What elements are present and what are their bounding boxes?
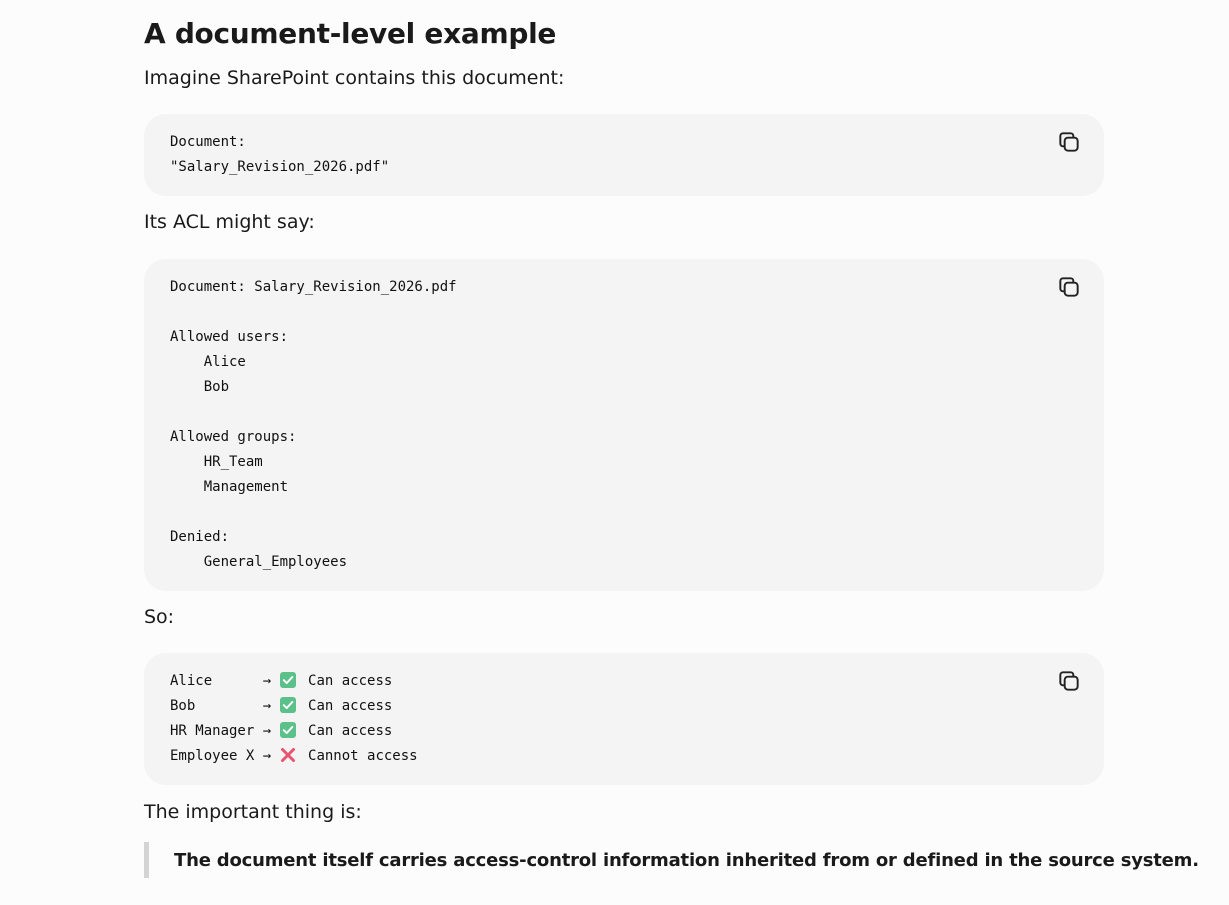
copy-code-button[interactable] xyxy=(1056,129,1082,155)
access-user-name: HR Manager xyxy=(170,723,263,739)
code-line: General_Employees xyxy=(170,554,348,570)
code-line: HR_Team xyxy=(170,454,263,470)
blockquote-text: The document itself carries access-contr… xyxy=(174,849,1199,871)
access-status: Can access xyxy=(299,723,393,739)
code-line: Management xyxy=(170,479,289,495)
arrow-icon: → xyxy=(262,673,272,689)
copy-icon xyxy=(1056,129,1082,155)
check-mark-icon xyxy=(279,672,296,688)
code-block-text[interactable]: Document: Salary_Revision_2026.pdf Allowe… xyxy=(170,259,1078,575)
access-status: Can access xyxy=(299,698,393,714)
code-block-text[interactable]: Alice → Can access Bob → Can access HR Man… xyxy=(170,653,1078,769)
intro-paragraph: Imagine SharePoint contains this documen… xyxy=(144,67,565,89)
access-row: Employee X → Cannot access xyxy=(170,744,1078,769)
copy-code-button[interactable] xyxy=(1056,668,1082,694)
copy-code-button[interactable] xyxy=(1056,274,1082,300)
arrow-icon: → xyxy=(262,748,272,764)
code-line: Document: Salary_Revision_2026.pdf xyxy=(170,279,457,295)
code-line: "Salary_Revision_2026.pdf" xyxy=(170,159,390,175)
so-paragraph: So: xyxy=(144,606,175,628)
code-line: Document: xyxy=(170,134,246,150)
code-line: Allowed users: xyxy=(170,329,289,345)
access-user-name: Employee X xyxy=(170,748,263,764)
code-block-document: Document: "Salary_Revision_2026.pdf" xyxy=(144,114,1104,196)
access-status: Can access xyxy=(299,673,393,689)
copy-icon xyxy=(1056,668,1082,694)
code-line: Denied: xyxy=(170,529,230,545)
arrow-icon: → xyxy=(262,698,272,714)
important-paragraph: The important thing is: xyxy=(144,801,362,823)
code-block-acl: Document: Salary_Revision_2026.pdf Allowe… xyxy=(144,259,1104,591)
access-row: HR Manager → Can access xyxy=(170,719,1078,744)
code-block-text[interactable]: Document: "Salary_Revision_2026.pdf" xyxy=(170,114,1078,180)
code-line: Bob xyxy=(170,379,230,395)
access-row: Bob → Can access xyxy=(170,694,1078,719)
code-block-access-summary: Alice → Can access Bob → Can access HR Man… xyxy=(144,653,1104,785)
cross-mark-icon xyxy=(280,747,296,763)
blockquote: The document itself carries access-contr… xyxy=(144,842,1199,878)
acl-intro-paragraph: Its ACL might say: xyxy=(144,211,315,233)
code-line: Allowed groups: xyxy=(170,429,297,445)
arrow-icon: → xyxy=(262,723,272,739)
access-status: Cannot access xyxy=(299,748,418,764)
check-mark-icon xyxy=(279,697,296,713)
copy-icon xyxy=(1056,274,1082,300)
access-user-name: Bob xyxy=(170,698,263,714)
code-line: Alice xyxy=(170,354,246,370)
access-row: Alice → Can access xyxy=(170,669,1078,694)
access-user-name: Alice xyxy=(170,673,263,689)
check-mark-icon xyxy=(279,722,296,738)
section-heading: A document-level example xyxy=(144,17,557,50)
